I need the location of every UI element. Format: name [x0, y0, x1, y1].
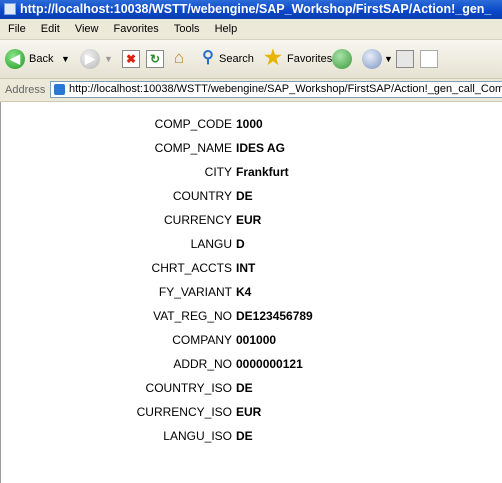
field-value: IDES AG: [236, 141, 285, 155]
field-label: COMP_CODE: [154, 117, 232, 131]
menu-file[interactable]: File: [8, 23, 26, 35]
field-value: DE: [236, 429, 253, 443]
search-button[interactable]: Search: [219, 48, 254, 70]
field-row: LANGU D: [1, 234, 501, 254]
field-label: LANGU_ISO: [163, 429, 232, 443]
menu-edit[interactable]: Edit: [41, 23, 60, 35]
field-label: COMPANY: [172, 333, 232, 347]
field-row: LANGU_ISO DE: [1, 426, 501, 446]
field-value: K4: [236, 285, 252, 299]
field-value: DE: [236, 381, 253, 395]
stop-icon[interactable]: ✖: [122, 50, 140, 68]
field-value: 001000: [236, 333, 277, 347]
field-row: ADDR_NO 0000000121: [1, 354, 501, 374]
field-row: COMP_NAME IDES AG: [1, 138, 501, 158]
field-value: DE123456789: [236, 309, 313, 323]
field-label: COMP_NAME: [154, 141, 232, 155]
field-label: COUNTRY_ISO: [145, 381, 232, 395]
window-titlebar: http://localhost:10038/WSTT/webengine/SA…: [0, 0, 502, 19]
menu-favorites[interactable]: Favorites: [114, 23, 159, 35]
page-content: COMP_CODE 1000 COMP_NAME IDES AG CITY Fr…: [0, 102, 502, 483]
favorites-star-icon[interactable]: ★: [264, 48, 282, 68]
field-label: ADDR_NO: [173, 357, 232, 371]
field-value: 0000000121: [236, 357, 303, 371]
field-value: Frankfurt: [236, 165, 289, 179]
back-button[interactable]: Back: [29, 48, 53, 70]
address-url[interactable]: http://localhost:10038/WSTT/webengine/SA…: [69, 83, 502, 95]
field-row: CITY Frankfurt: [1, 162, 501, 182]
page-icon: [54, 84, 65, 95]
field-label: FY_VARIANT: [158, 285, 232, 299]
address-label: Address: [5, 84, 46, 96]
field-row: COUNTRY_ISO DE: [1, 378, 501, 398]
field-label: CHRT_ACCTS: [151, 261, 232, 275]
field-value: EUR: [236, 405, 262, 419]
mail-icon[interactable]: [362, 49, 382, 69]
history-icon[interactable]: [332, 49, 352, 69]
menu-bar: File Edit View Favorites Tools Help: [0, 19, 502, 40]
address-bar: Address http://localhost:10038/WSTT/webe…: [0, 79, 502, 102]
field-value: DE: [236, 189, 253, 203]
field-row: CHRT_ACCTS INT: [1, 258, 501, 278]
back-button-icon[interactable]: ◀: [5, 49, 25, 69]
field-row: COUNTRY DE: [1, 186, 501, 206]
field-row: VAT_REG_NO DE123456789: [1, 306, 501, 326]
refresh-icon[interactable]: ↻: [146, 50, 164, 68]
ie-page-icon: [4, 3, 16, 15]
forward-button-icon[interactable]: ▶: [80, 49, 100, 69]
menu-help[interactable]: Help: [215, 23, 238, 35]
toolbar: ◀ Back ▼ ▶ ▼ ✖ ↻ ⌂ ⚲ Search ★ Favorites …: [0, 40, 502, 79]
favorites-button[interactable]: Favorites: [287, 48, 332, 70]
edit-icon[interactable]: [420, 50, 438, 68]
home-icon[interactable]: ⌂: [170, 49, 188, 68]
print-icon[interactable]: [396, 50, 414, 68]
menu-tools[interactable]: Tools: [174, 23, 200, 35]
field-label: LANGU: [190, 237, 232, 251]
menu-view[interactable]: View: [75, 23, 99, 35]
field-label: CURRENCY_ISO: [136, 405, 232, 419]
field-label: COUNTRY: [172, 189, 232, 203]
mail-dropdown-icon[interactable]: ▼: [384, 48, 393, 70]
field-value: D: [236, 237, 245, 251]
back-dropdown-icon[interactable]: ▼: [61, 48, 70, 70]
field-value: 1000: [236, 117, 263, 131]
field-row: CURRENCY_ISO EUR: [1, 402, 501, 422]
field-label: VAT_REG_NO: [153, 309, 232, 323]
search-icon[interactable]: ⚲: [199, 50, 217, 68]
field-row: COMP_CODE 1000: [1, 114, 501, 134]
field-label: CURRENCY: [163, 213, 232, 227]
field-value: EUR: [236, 213, 262, 227]
address-input[interactable]: http://localhost:10038/WSTT/webengine/SA…: [50, 81, 502, 98]
forward-dropdown-icon[interactable]: ▼: [104, 48, 113, 70]
field-row: FY_VARIANT K4: [1, 282, 501, 302]
window-title: http://localhost:10038/WSTT/webengine/SA…: [20, 2, 492, 16]
field-row: COMPANY 001000: [1, 330, 501, 350]
field-value: INT: [236, 261, 256, 275]
field-row: CURRENCY EUR: [1, 210, 501, 230]
field-label: CITY: [204, 165, 232, 179]
